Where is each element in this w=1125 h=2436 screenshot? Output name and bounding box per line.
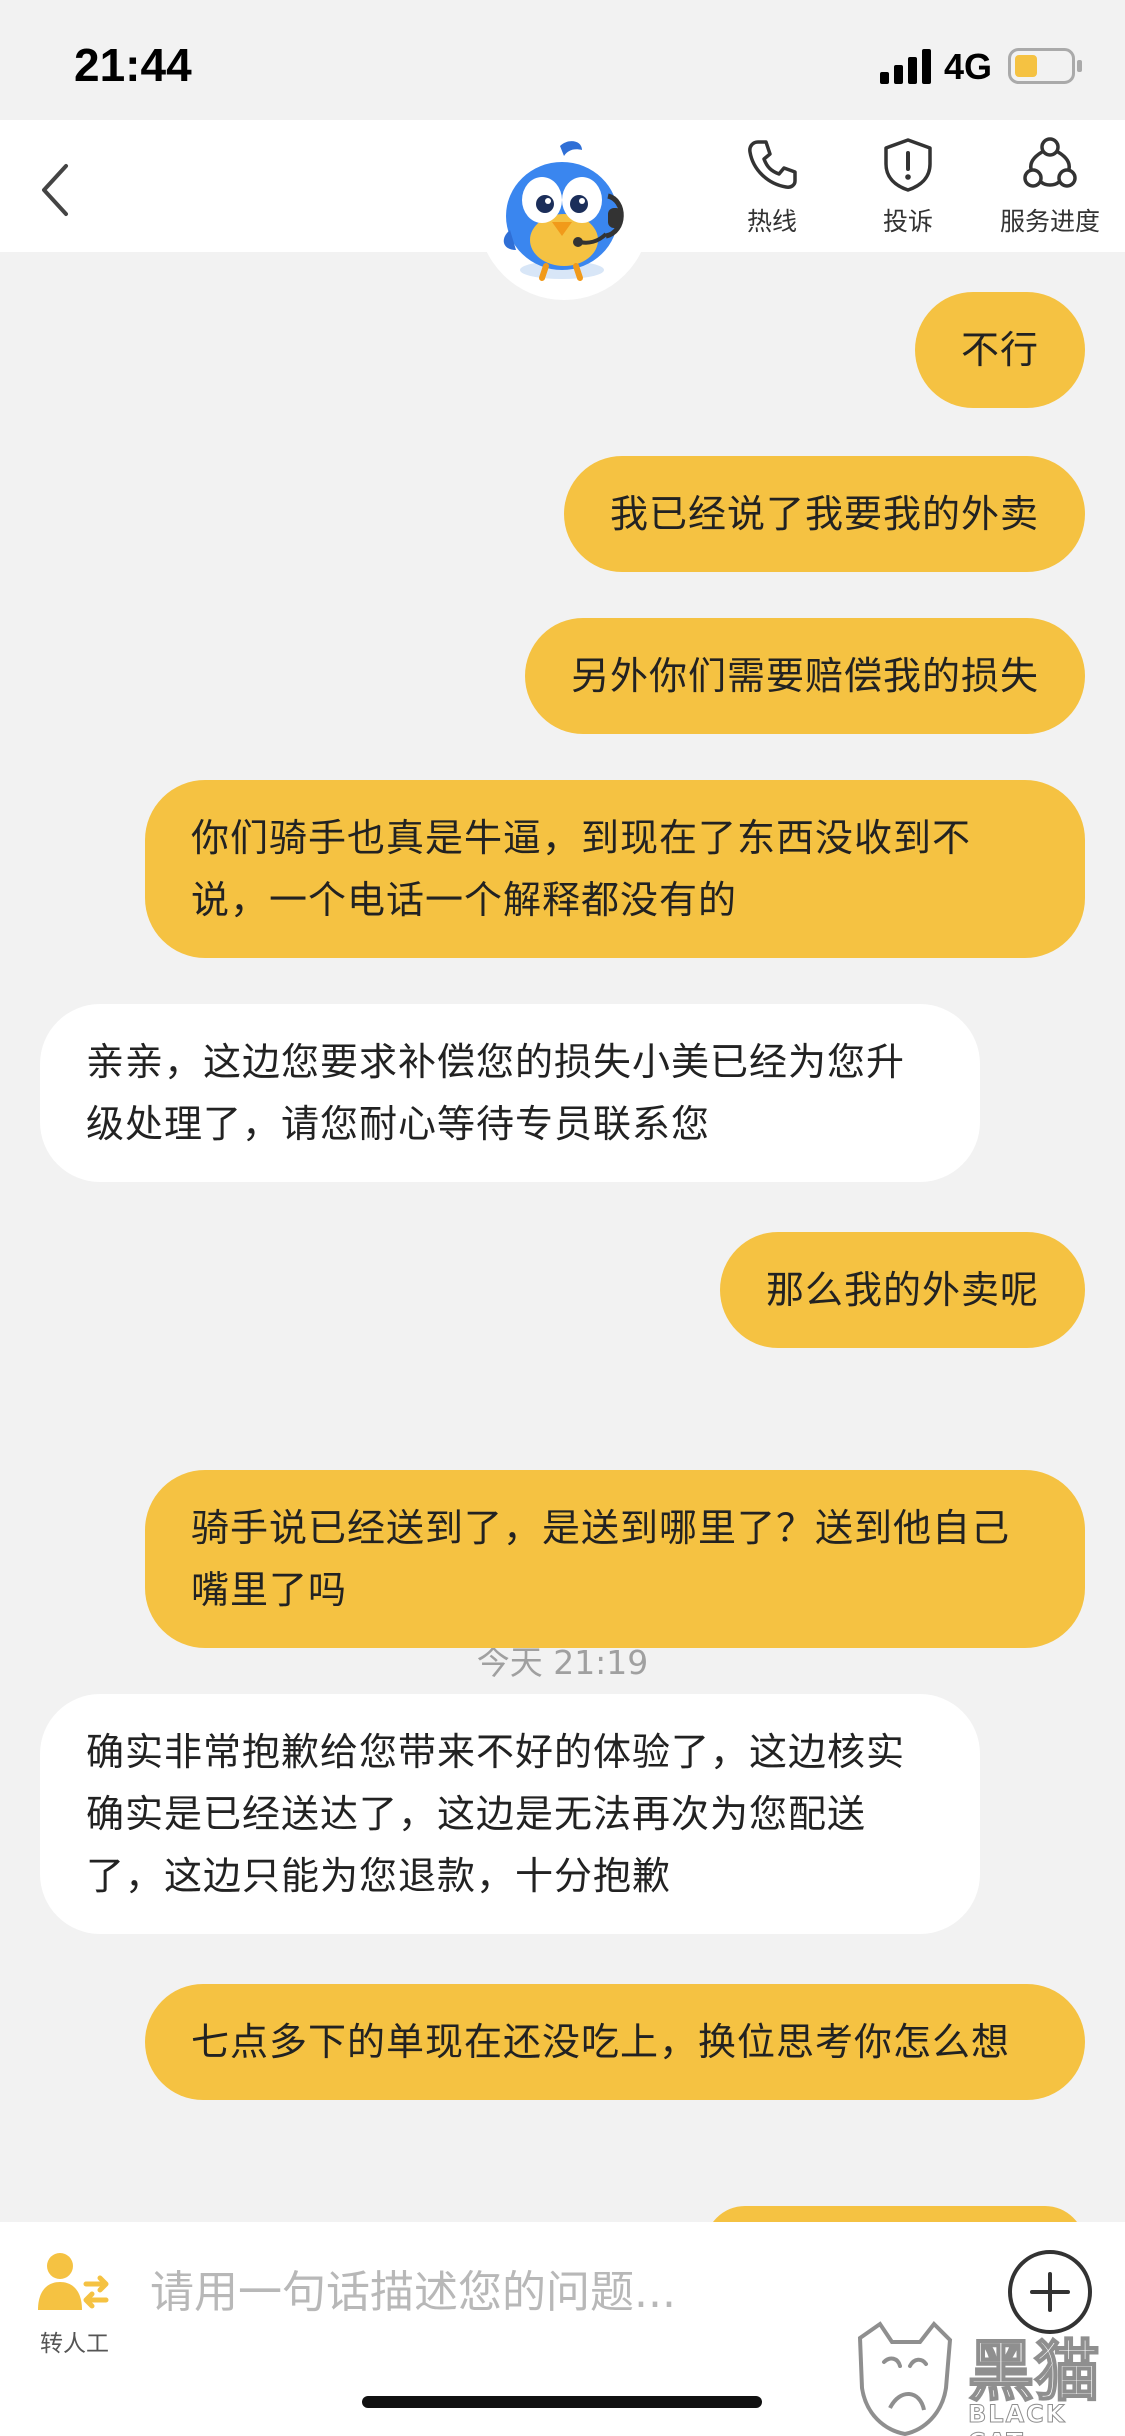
complaint-button[interactable]: 投诉 [880,136,936,246]
message-user: 另外你们需要赔偿我的损失 [524,618,1085,734]
message-user: 你们骑手也真是牛逼，到现在了东西没收到不说，一个电话一个解释都没有的 [145,780,1085,958]
message-input[interactable] [150,2252,970,2332]
signal-icon [880,49,931,84]
status-bar: 21:44 4G [0,0,1125,120]
chat-area[interactable]: 不行 我已经说了我要我的外卖 另外你们需要赔偿我的损失 你们骑手也真是牛逼，到现… [0,252,1125,2222]
shield-alert-icon [884,138,932,192]
message-user-partial [705,2206,1085,2222]
person-transfer-icon[interactable] [36,2250,110,2316]
service-progress-label: 服务进度 [1000,207,1101,236]
hotline-label: 热线 [746,207,797,236]
message-user: 七点多下的单现在还没吃上，换位思考你怎么想 [145,1984,1085,2100]
hotline-button[interactable]: 热线 [744,136,800,246]
message-user: 我已经说了我要我的外卖 [563,456,1085,572]
watermark-text-en: BLACK CAT [968,2400,1067,2436]
service-progress-button[interactable]: 服务进度 [1000,136,1100,246]
message-agent: 亲亲，这边您要求补偿您的损失小美已经为您升级处理了，请您耐心等待专员联系您 [40,1004,980,1182]
black-cat-watermark: 黑猫 BLACK CAT [850,2318,1120,2436]
message-agent: 确实非常抱歉给您带来不好的体验了，这边核实确实是已经送达了，这边是无法再次为您配… [40,1694,980,1934]
message-user: 那么我的外卖呢 [719,1232,1085,1348]
complaint-label: 投诉 [882,207,933,236]
message-user: 骑手说已经送到了，是送到哪里了？送到他自己嘴里了吗 [145,1470,1085,1648]
chevron-left-icon[interactable] [36,160,76,220]
plus-circle-icon [1030,2272,1070,2312]
message-user: 不行 [914,292,1085,408]
phone-icon [748,140,797,189]
status-time: 21:44 [74,39,192,91]
battery-icon [1008,48,1082,84]
progress-nodes-icon [1023,137,1077,188]
home-indicator [362,2396,762,2408]
network-label: 4G [944,46,993,87]
transfer-to-agent-label[interactable]: 转人工 [40,2324,109,2358]
cat-logo-icon [857,2320,953,2436]
